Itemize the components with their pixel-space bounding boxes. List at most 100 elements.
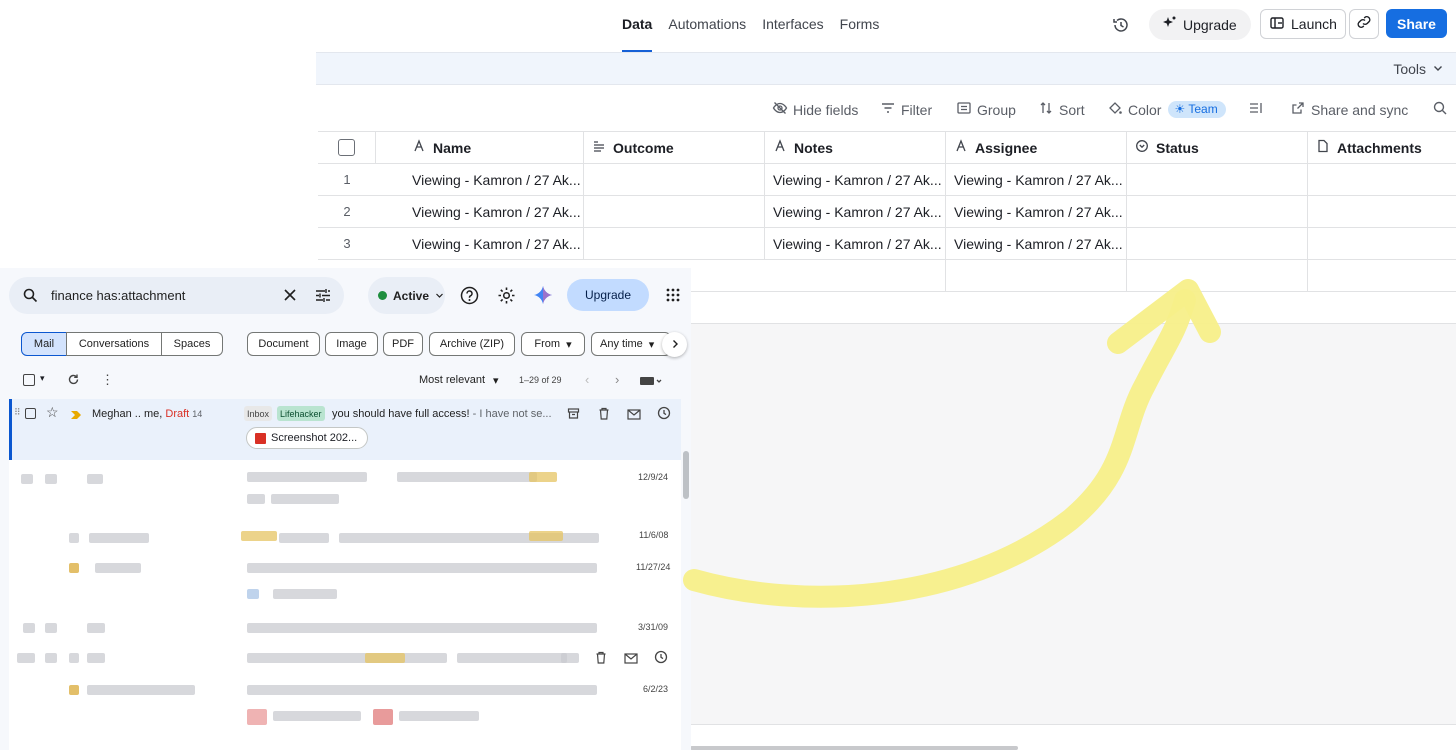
search-options-icon[interactable]: [315, 288, 331, 306]
column-header-status[interactable]: Status: [1127, 132, 1308, 163]
list-item[interactable]: 3/31/09: [9, 611, 681, 643]
column-header-notes[interactable]: Notes: [765, 132, 946, 163]
column-header-assignee[interactable]: Assignee: [946, 132, 1127, 163]
row-height-button[interactable]: [1248, 100, 1264, 119]
sort-dropdown[interactable]: Most relevant ▾: [419, 374, 499, 387]
tab-automations[interactable]: Automations: [668, 0, 746, 52]
table-row[interactable]: 1 Viewing - Kamron / 27 Ak... Viewing - …: [318, 164, 1456, 196]
cell-assignee[interactable]: Viewing - Kamron / 27 Ak...: [946, 228, 1127, 259]
gmail-upgrade-button[interactable]: Upgrade: [567, 279, 649, 311]
copy-link-button[interactable]: [1349, 9, 1379, 39]
chip-image[interactable]: Image: [325, 332, 378, 356]
column-header-outcome[interactable]: Outcome: [584, 132, 765, 163]
row-checkbox[interactable]: [25, 408, 36, 419]
cell-outcome[interactable]: [584, 228, 765, 259]
chip-pdf[interactable]: PDF: [383, 332, 423, 356]
cell-status[interactable]: [1127, 164, 1308, 195]
cell-assignee[interactable]: Viewing - Kamron / 27 Ak...: [946, 164, 1127, 195]
cell-outcome[interactable]: [584, 196, 765, 227]
label-lifehacker[interactable]: Lifehacker: [277, 406, 325, 421]
hide-fields-button[interactable]: Hide fields: [772, 100, 858, 119]
important-marker-icon[interactable]: [70, 407, 82, 425]
trash-icon[interactable]: [595, 651, 607, 669]
cell-status[interactable]: [1127, 196, 1308, 227]
help-icon[interactable]: [460, 286, 479, 310]
cell-name[interactable]: Viewing - Kamron / 27 Ak...: [404, 228, 584, 259]
filter-button[interactable]: Filter: [880, 100, 932, 119]
label-inbox[interactable]: Inbox: [244, 406, 273, 421]
clear-search-icon[interactable]: [283, 288, 297, 305]
search-icon[interactable]: [23, 288, 38, 306]
trash-icon[interactable]: [598, 407, 610, 425]
cell-outcome[interactable]: [584, 164, 765, 195]
gemini-sparkle-icon[interactable]: [533, 285, 553, 310]
segment-conversations[interactable]: Conversations: [66, 332, 162, 356]
cell-attachments[interactable]: [1308, 228, 1456, 259]
cell-notes[interactable]: Viewing - Kamron / 27 Ak...: [765, 228, 946, 259]
status-dropdown[interactable]: Active: [368, 277, 445, 314]
chip-from[interactable]: From ▾: [521, 332, 585, 356]
keyboard-icon[interactable]: [640, 374, 662, 392]
chevron-right-icon[interactable]: ›: [615, 372, 619, 387]
list-item[interactable]: [9, 643, 681, 673]
history-icon[interactable]: [1110, 14, 1132, 36]
column-header-name[interactable]: Name: [404, 132, 584, 163]
cell-attachments[interactable]: [1308, 164, 1456, 195]
cell-name[interactable]: Viewing - Kamron / 27 Ak...: [404, 196, 584, 227]
select-all-checkbox[interactable]: [338, 139, 355, 156]
mark-unread-icon[interactable]: [627, 407, 641, 425]
chip-any-time[interactable]: Any time ▾: [591, 332, 671, 356]
sort-button[interactable]: Sort: [1038, 100, 1085, 119]
color-button[interactable]: Color ☀ Team: [1107, 100, 1226, 119]
email-list-scrollbar[interactable]: [683, 451, 689, 499]
list-item[interactable]: 6/2/23: [9, 673, 681, 743]
snooze-clock-icon[interactable]: [654, 650, 668, 669]
email-sender: Meghan .. me, Draft 14: [92, 408, 202, 420]
tab-interfaces[interactable]: Interfaces: [762, 0, 823, 52]
search-bar[interactable]: finance has:attachment: [9, 277, 344, 314]
share-sync-button[interactable]: Share and sync: [1290, 100, 1408, 119]
chip-archive[interactable]: Archive (ZIP): [429, 332, 515, 356]
tab-data[interactable]: Data: [622, 0, 653, 52]
horizontal-scrollbar[interactable]: [690, 746, 1018, 750]
column-header-attachments[interactable]: Attachments: [1308, 132, 1456, 163]
list-item[interactable]: 12/9/24: [9, 461, 681, 519]
caret-down-icon[interactable]: ▾: [40, 373, 45, 384]
chips-scroll-right-button[interactable]: [662, 332, 687, 357]
attachment-chip[interactable]: Screenshot 202...: [246, 427, 368, 449]
search-input[interactable]: finance has:attachment: [51, 288, 185, 303]
snooze-clock-icon[interactable]: [657, 406, 671, 425]
table-row[interactable]: 2 Viewing - Kamron / 27 Ak... Viewing - …: [318, 196, 1456, 228]
chip-document[interactable]: Document: [247, 332, 320, 356]
cell-status[interactable]: [1127, 228, 1308, 259]
chevron-left-icon[interactable]: ‹: [585, 372, 589, 387]
star-icon[interactable]: ☆: [46, 404, 59, 421]
more-vert-icon[interactable]: ⋮: [101, 372, 114, 388]
select-checkbox[interactable]: [23, 374, 35, 386]
cell-notes[interactable]: Viewing - Kamron / 27 Ak...: [765, 196, 946, 227]
upgrade-button[interactable]: Upgrade: [1149, 9, 1251, 40]
cell-attachments[interactable]: [1308, 196, 1456, 227]
tools-menu[interactable]: Tools: [1393, 61, 1444, 77]
tab-forms[interactable]: Forms: [840, 0, 880, 52]
cell-assignee[interactable]: Viewing - Kamron / 27 Ak...: [946, 196, 1127, 227]
mark-unread-icon[interactable]: [624, 651, 638, 669]
segment-spaces[interactable]: Spaces: [161, 332, 223, 356]
table-row[interactable]: 3 Viewing - Kamron / 27 Ak... Viewing - …: [318, 228, 1456, 260]
list-item[interactable]: 11/6/08: [9, 519, 681, 551]
archive-icon[interactable]: [567, 407, 580, 425]
list-item[interactable]: 11/27/24: [9, 551, 681, 611]
refresh-icon[interactable]: [67, 373, 80, 391]
drag-handle-icon[interactable]: ⠿: [14, 407, 21, 418]
launch-button[interactable]: Launch: [1260, 9, 1346, 39]
cell-name[interactable]: Viewing - Kamron / 27 Ak...: [404, 164, 584, 195]
cell-notes[interactable]: Viewing - Kamron / 27 Ak...: [765, 164, 946, 195]
team-badge[interactable]: ☀ Team: [1168, 101, 1226, 118]
search-button[interactable]: [1432, 100, 1448, 119]
segment-mail[interactable]: Mail: [21, 332, 67, 356]
email-row[interactable]: ⠿ ☆ Meghan .. me, Draft 14 Inbox Lifehac…: [9, 399, 681, 460]
settings-gear-icon[interactable]: [497, 286, 516, 310]
share-button[interactable]: Share: [1386, 9, 1447, 38]
group-button[interactable]: Group: [956, 100, 1016, 119]
apps-grid-icon[interactable]: [666, 288, 680, 307]
